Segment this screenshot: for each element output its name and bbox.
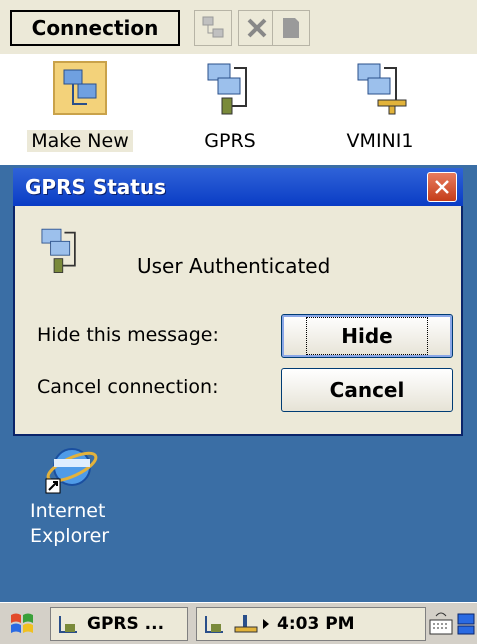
dialog-titlebar[interactable]: GPRS Status <box>13 168 463 206</box>
connection-menu-button[interactable]: Connection <box>10 10 180 46</box>
rename-button[interactable] <box>272 10 310 46</box>
properties-button[interactable] <box>194 10 232 46</box>
network-connection-icon <box>357 63 407 115</box>
show-desktop-button[interactable] <box>456 609 476 639</box>
cancel-label: Cancel connection: <box>37 376 219 398</box>
cancel-button-label: Cancel <box>329 378 405 402</box>
cancel-button[interactable]: Cancel <box>281 368 453 412</box>
close-button[interactable] <box>427 172 457 202</box>
rename-icon <box>283 18 299 38</box>
hide-label: Hide this message: <box>37 324 219 346</box>
clock[interactable]: 4:03 PM <box>277 614 355 634</box>
taskbar-task-label: GPRS ... <box>87 614 165 634</box>
network-tray-icon[interactable] <box>233 612 259 636</box>
connection-item-make-new[interactable]: Make New <box>10 58 150 158</box>
network-connection-icon <box>59 616 77 633</box>
taskbar-gprs-button[interactable]: GPRS ... <box>50 607 188 641</box>
taskbar: GPRS ... 4:03 PM <box>0 602 477 644</box>
keyboard-button[interactable] <box>428 609 454 639</box>
dialog-title: GPRS Status <box>25 175 167 199</box>
hide-button[interactable]: Hide <box>281 314 453 358</box>
network-connection-icon <box>207 63 247 115</box>
connections-window: Connection Make New GPRS VMINI1 <box>0 0 477 165</box>
network-connection-icon <box>41 228 76 273</box>
internet-explorer-icon <box>45 448 98 494</box>
hide-button-label: Hide <box>306 317 428 355</box>
tray-arrow-icon[interactable] <box>261 617 271 631</box>
properties-icon <box>202 16 224 38</box>
desktop-icon-internet-explorer[interactable]: Internet Explorer <box>30 437 140 587</box>
toolbar: Connection <box>0 0 477 54</box>
delete-button[interactable] <box>238 10 276 46</box>
status-message: User Authenticated <box>137 254 331 278</box>
gprs-connection-tray-icon[interactable] <box>203 612 229 636</box>
delete-icon <box>247 18 267 38</box>
system-tray: 4:03 PM <box>196 607 426 641</box>
connection-menu-label: Connection <box>31 16 159 40</box>
connection-item-label: Make New <box>27 130 133 152</box>
windows-logo-icon <box>11 613 33 633</box>
connection-item-gprs[interactable]: GPRS <box>160 58 300 158</box>
keyboard-icon <box>429 612 453 635</box>
desktop-icon-label-line1: Internet <box>30 500 106 522</box>
connection-item-label: VMINI1 <box>346 130 414 152</box>
desktop-icon <box>457 613 475 635</box>
start-button[interactable] <box>4 607 40 641</box>
gprs-status-dialog: GPRS Status User Authenticated Hide this… <box>13 168 463 436</box>
connection-item-label: GPRS <box>204 130 256 152</box>
connection-item-vmini1[interactable]: VMINI1 <box>310 58 450 158</box>
desktop-icon-label-line2: Explorer <box>30 525 110 547</box>
close-icon <box>435 180 449 194</box>
make-new-connection-icon <box>53 61 107 115</box>
